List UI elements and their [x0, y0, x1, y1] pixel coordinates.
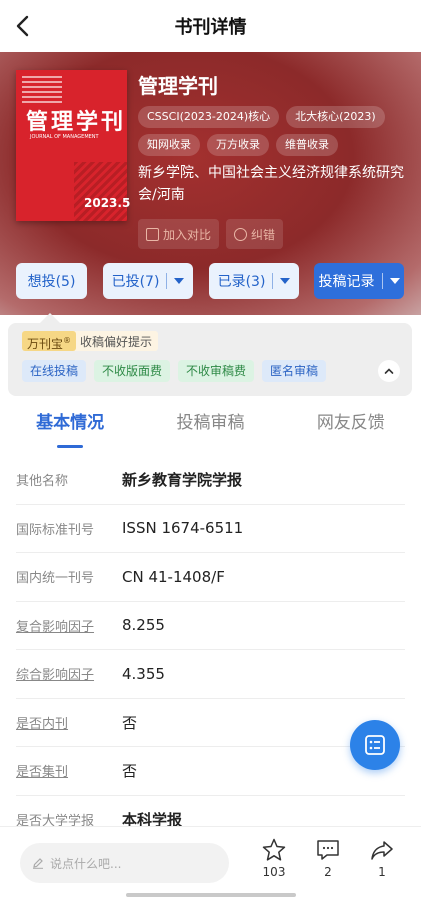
page-title: 书刊详情: [174, 17, 247, 38]
publisher: 新乡学院、中国社会主义经济规律系统研究会/河南: [138, 165, 404, 203]
comment-input[interactable]: 说点什么吧...: [20, 843, 229, 883]
info-label: 国际标准刊号: [16, 522, 95, 538]
want-submit-button[interactable]: 想投(5): [16, 263, 87, 299]
cover-issue: 2023.5: [84, 196, 131, 210]
submitted-label: 已投(7): [111, 274, 160, 290]
bottom-bar: 说点什么吧... 103 2 1: [0, 826, 421, 912]
journal-cover-image[interactable]: 管理学刊 JOURNAL OF MANAGEMENT 2023.5: [16, 70, 131, 221]
info-row: 国际标准刊号 ISSN 1674-6511: [16, 505, 405, 553]
add-compare-button[interactable]: 加入对比: [138, 219, 220, 249]
info-row: 是否集刊 否: [16, 747, 405, 796]
preference-hint: 收稿偏好提示: [80, 334, 153, 349]
brand-badge: 万刊宝®: [22, 331, 77, 351]
info-value: CN 41-1408/F: [122, 567, 225, 586]
info-value: 4.355: [122, 664, 165, 683]
tab-basic-info[interactable]: 基本情况: [0, 404, 140, 448]
journal-title: 管理学刊: [138, 74, 218, 98]
accepted-button[interactable]: 已录(3): [209, 263, 299, 299]
info-value: 8.255: [122, 616, 165, 635]
favorite-count: 103: [262, 865, 286, 879]
info-value: ISSN 1674-6511: [122, 519, 244, 538]
preference-card: 万刊宝® 收稿偏好提示 在线投稿 不收版面费 不收审稿费 匿名审稿: [8, 323, 412, 396]
compare-icon: [146, 227, 159, 241]
submission-record-label: 投稿记录: [318, 274, 375, 290]
status-row: 想投(5) 已投(7) 已录(3) 投稿记录: [0, 263, 421, 301]
info-label-link[interactable]: 是否内刊: [16, 713, 122, 732]
pref-tag-no-page-fee: 不收版面费: [94, 360, 171, 382]
comments-button[interactable]: 2: [308, 837, 348, 879]
chevron-up-icon: [384, 368, 394, 374]
back-arrow-icon[interactable]: [10, 12, 38, 40]
dropdown-caret-icon[interactable]: [389, 278, 400, 284]
info-label: 其他名称: [16, 474, 69, 490]
home-indicator: [126, 893, 296, 897]
checklist-icon: [365, 735, 385, 755]
accepted-label: 已录(3): [217, 274, 266, 290]
preference-header: 万刊宝® 收稿偏好提示: [22, 331, 159, 351]
submitted-button[interactable]: 已投(7): [103, 263, 193, 299]
comment-bubble-icon: [317, 840, 339, 860]
info-list: 其他名称 新乡教育学院学报 国际标准刊号 ISSN 1674-6511 国内统一…: [16, 456, 405, 844]
info-value: 新乡教育学院学报: [122, 471, 243, 490]
favorite-button[interactable]: 103: [254, 837, 294, 879]
comment-count: 2: [324, 865, 332, 879]
info-label: 国内统一刊号: [16, 571, 95, 587]
dropdown-caret-icon[interactable]: [280, 278, 291, 284]
dropdown-caret-icon[interactable]: [174, 278, 185, 284]
search-icon: [234, 227, 247, 241]
info-row: 复合影响因子 8.255: [16, 602, 405, 650]
tab-user-feedback[interactable]: 网友反馈: [281, 404, 421, 444]
add-compare-label: 加入对比: [163, 227, 212, 242]
collapse-button[interactable]: [378, 360, 400, 382]
index-tag: 维普收录: [276, 134, 338, 156]
checklist-fab[interactable]: [350, 720, 400, 770]
index-tag: 知网收录: [138, 134, 200, 156]
info-value: 否: [122, 713, 138, 732]
pencil-icon: [33, 858, 43, 869]
report-error-button[interactable]: 纠错: [226, 219, 284, 249]
info-label-link[interactable]: 综合影响因子: [16, 664, 122, 683]
pref-tag-anonymous: 匿名审稿: [262, 360, 327, 382]
preference-tags: 在线投稿 不收版面费 不收审稿费 匿名审稿: [22, 360, 327, 382]
top-nav: 书刊详情: [0, 0, 421, 52]
tab-bar: 基本情况 投稿审稿 网友反馈: [0, 404, 421, 448]
share-button[interactable]: 1: [362, 837, 402, 879]
journal-header: 管理学刊 JOURNAL OF MANAGEMENT 2023.5 管理学刊 C…: [0, 52, 421, 315]
want-submit-label: 想投(5): [27, 274, 76, 290]
index-tag: 万方收录: [207, 134, 269, 156]
index-tag: CSSCI(2023-2024)核心: [138, 106, 280, 128]
info-label-link[interactable]: 是否集刊: [16, 761, 122, 780]
cover-title: 管理学刊: [26, 109, 127, 135]
submission-record-button[interactable]: 投稿记录: [314, 263, 404, 299]
comment-placeholder: 说点什么吧...: [50, 856, 122, 871]
index-tags: CSSCI(2023-2024)核心 北大核心(2023) 知网收录 万方收录 …: [138, 106, 413, 156]
info-value: 否: [122, 762, 138, 781]
info-label-link[interactable]: 复合影响因子: [16, 616, 122, 635]
info-row: 其他名称 新乡教育学院学报: [16, 456, 405, 505]
pref-notch: [40, 313, 60, 323]
info-row: 综合影响因子 4.355: [16, 650, 405, 699]
info-row: 是否内刊 否: [16, 699, 405, 747]
tab-submission-review[interactable]: 投稿审稿: [140, 404, 280, 444]
share-icon: [371, 841, 393, 860]
cover-subtitle: JOURNAL OF MANAGEMENT: [30, 134, 99, 140]
share-count: 1: [378, 865, 386, 879]
index-tag: 北大核心(2023): [286, 106, 385, 128]
pref-tag-online: 在线投稿: [22, 360, 87, 382]
info-row: 国内统一刊号 CN 41-1408/F: [16, 553, 405, 602]
pref-tag-no-review-fee: 不收审稿费: [178, 360, 255, 382]
star-icon: [262, 838, 286, 861]
report-error-label: 纠错: [251, 227, 276, 242]
